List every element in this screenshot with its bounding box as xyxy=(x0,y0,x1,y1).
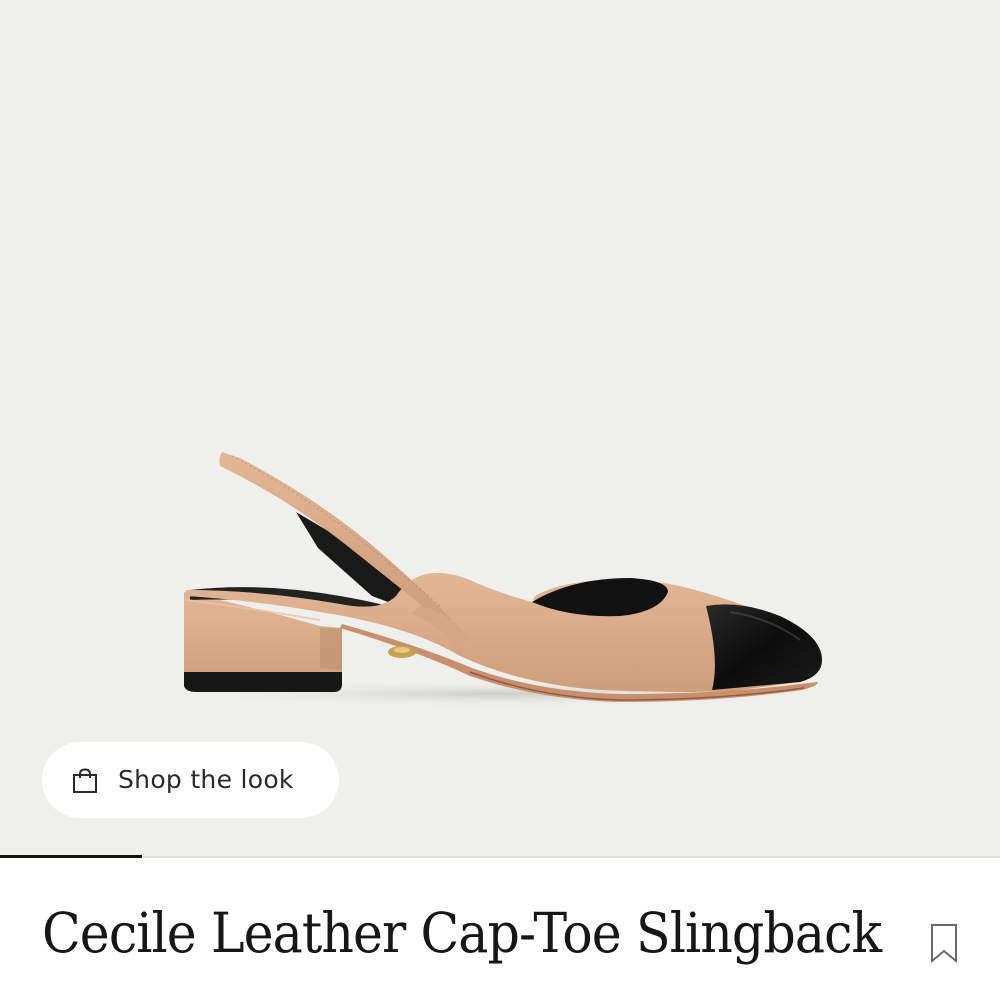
product-title: Cecile Leather Cap-Toe Slingback xyxy=(42,901,882,965)
product-image-gallery[interactable]: Shop the look xyxy=(0,0,1000,856)
carousel-progress-track xyxy=(0,856,1000,858)
carousel-progress-indicator xyxy=(0,855,142,858)
shopping-bag-icon xyxy=(73,768,97,793)
shop-the-look-label: Shop the look xyxy=(118,765,294,794)
product-image[interactable] xyxy=(0,0,1000,856)
shop-the-look-button[interactable]: Shop the look xyxy=(42,742,339,818)
product-page: Shop the look Cecile Leather Cap-Toe Sli… xyxy=(0,0,1000,1000)
bookmark-icon[interactable] xyxy=(924,921,964,967)
